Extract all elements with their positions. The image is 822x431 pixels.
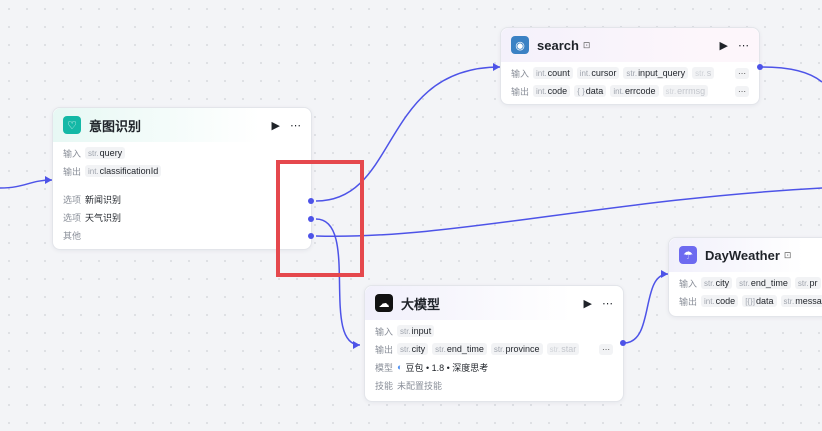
llm-model-row: 模型 ◐ 豆包 • 1.8 • 深度思考 [375, 362, 489, 373]
param-tag: str. s [692, 67, 715, 79]
llm-node-title: 大模型 [401, 296, 441, 312]
run-icon[interactable]: ▶ [720, 39, 728, 52]
output-port[interactable] [620, 340, 626, 346]
llm-icon: ☁ [375, 294, 393, 312]
more-icon[interactable]: ⋯ [602, 297, 613, 310]
plugin-icon: ◉ [511, 36, 529, 54]
run-icon[interactable]: ▶ [272, 119, 280, 132]
edge-llm-to-weather [623, 273, 669, 344]
param-tag: str. star [546, 343, 580, 355]
intent-option-row: 选项 天气识别 [63, 212, 122, 223]
param-tag: str. end_time [736, 277, 791, 289]
param-tag: int. classificationId [85, 165, 162, 177]
model-icon: ◐ [397, 362, 403, 372]
param-tag: str. input_query [623, 67, 689, 79]
param-tag: { } data [574, 85, 607, 97]
edge-search-out [761, 66, 822, 83]
intent-node[interactable]: ♡ 意图识别 ▶ ⋯ 输入 str. query 输出 int. classific… [52, 107, 312, 250]
intent-output-row: 输出 int. classificationId [53, 162, 311, 180]
search-input-row: 输入 int. count int. cursor str. input_query … [501, 64, 759, 82]
param-tag: int. count [533, 67, 573, 79]
more-icon[interactable]: ⋯ [290, 119, 301, 132]
arrowhead-intent [45, 176, 52, 184]
intent-input-row: 输入 str. query [53, 144, 311, 162]
intent-other-row: 其他 [63, 230, 82, 241]
more-params-button[interactable]: ⋯ [735, 67, 749, 79]
edge-intent-to-weather-branch [315, 187, 822, 238]
option-text: 天气识别 [85, 212, 122, 223]
weather-node-header[interactable]: ☂ DayWeather ⊡ [669, 238, 822, 272]
more-params-button[interactable]: ⋯ [599, 343, 613, 355]
selection-highlight-box [276, 160, 364, 277]
more-params-button[interactable]: ⋯ [735, 85, 749, 97]
weather-node-title: DayWeather [705, 247, 780, 263]
param-tag: str. pr [794, 277, 821, 289]
skills-value: 未配置技能 [397, 380, 443, 391]
arrowhead-search [493, 63, 500, 71]
param-tag: str. end_time [432, 343, 487, 355]
llm-node-header[interactable]: ☁ 大模型 ▶ ⋯ [365, 286, 623, 320]
link-icon: ⊡ [783, 249, 792, 260]
weather-node[interactable]: ☂ DayWeather ⊡ 输入 str. city str. end_time … [668, 237, 822, 317]
search-node[interactable]: ◉ search ⊡ ▶ ⋯ 输入 int. count int. cursor s… [500, 27, 760, 105]
param-tag: str. messa [780, 295, 822, 307]
search-output-row: 输出 int. code { } data int. errcode str. errm… [501, 82, 759, 100]
param-tag: int. code [701, 295, 739, 307]
intent-node-title: 意图识别 [89, 118, 142, 134]
llm-output-row: 输出 str. city str. end_time str. province st… [365, 340, 623, 358]
search-node-title: search [537, 37, 579, 53]
weather-icon: ☂ [679, 246, 697, 264]
param-tag: str. city [701, 277, 733, 289]
arrowhead-llm [353, 341, 360, 349]
intent-icon: ♡ [63, 116, 81, 134]
arrowhead-weather [661, 270, 668, 278]
param-tag: str. input [397, 325, 435, 337]
llm-node[interactable]: ☁ 大模型 ▶ ⋯ 输入 str. input 输出 str. city str. e… [364, 285, 624, 402]
output-port[interactable] [757, 64, 763, 70]
param-tag: [{}] data [742, 295, 777, 307]
search-node-header[interactable]: ◉ search ⊡ ▶ ⋯ [501, 28, 759, 62]
param-tag: int. code [533, 85, 571, 97]
link-icon: ⊡ [582, 39, 591, 50]
model-name: 豆包 • 1.8 • 深度思考 [405, 362, 489, 373]
weather-input-row: 输入 str. city str. end_time str. pr [669, 274, 822, 292]
intent-node-header[interactable]: ♡ 意图识别 ▶ ⋯ [53, 108, 311, 142]
more-icon[interactable]: ⋯ [738, 39, 749, 52]
weather-output-row: 输出 int. code [{}] data str. messa [669, 292, 822, 310]
intent-option-row: 选项 新闻识别 [63, 194, 122, 205]
param-tag: int. cursor [576, 67, 620, 79]
param-tag: str. city [397, 343, 429, 355]
param-tag: str. query [85, 147, 126, 159]
llm-input-row: 输入 str. input [365, 322, 623, 340]
edge-start-to-intent [0, 179, 53, 189]
option-text: 新闻识别 [85, 194, 122, 205]
param-tag: str. province [490, 343, 543, 355]
param-tag: str. errmsg [662, 85, 709, 97]
llm-skills-row: 技能 未配置技能 [375, 380, 443, 391]
run-icon[interactable]: ▶ [584, 297, 592, 310]
param-tag: int. errcode [610, 85, 659, 97]
